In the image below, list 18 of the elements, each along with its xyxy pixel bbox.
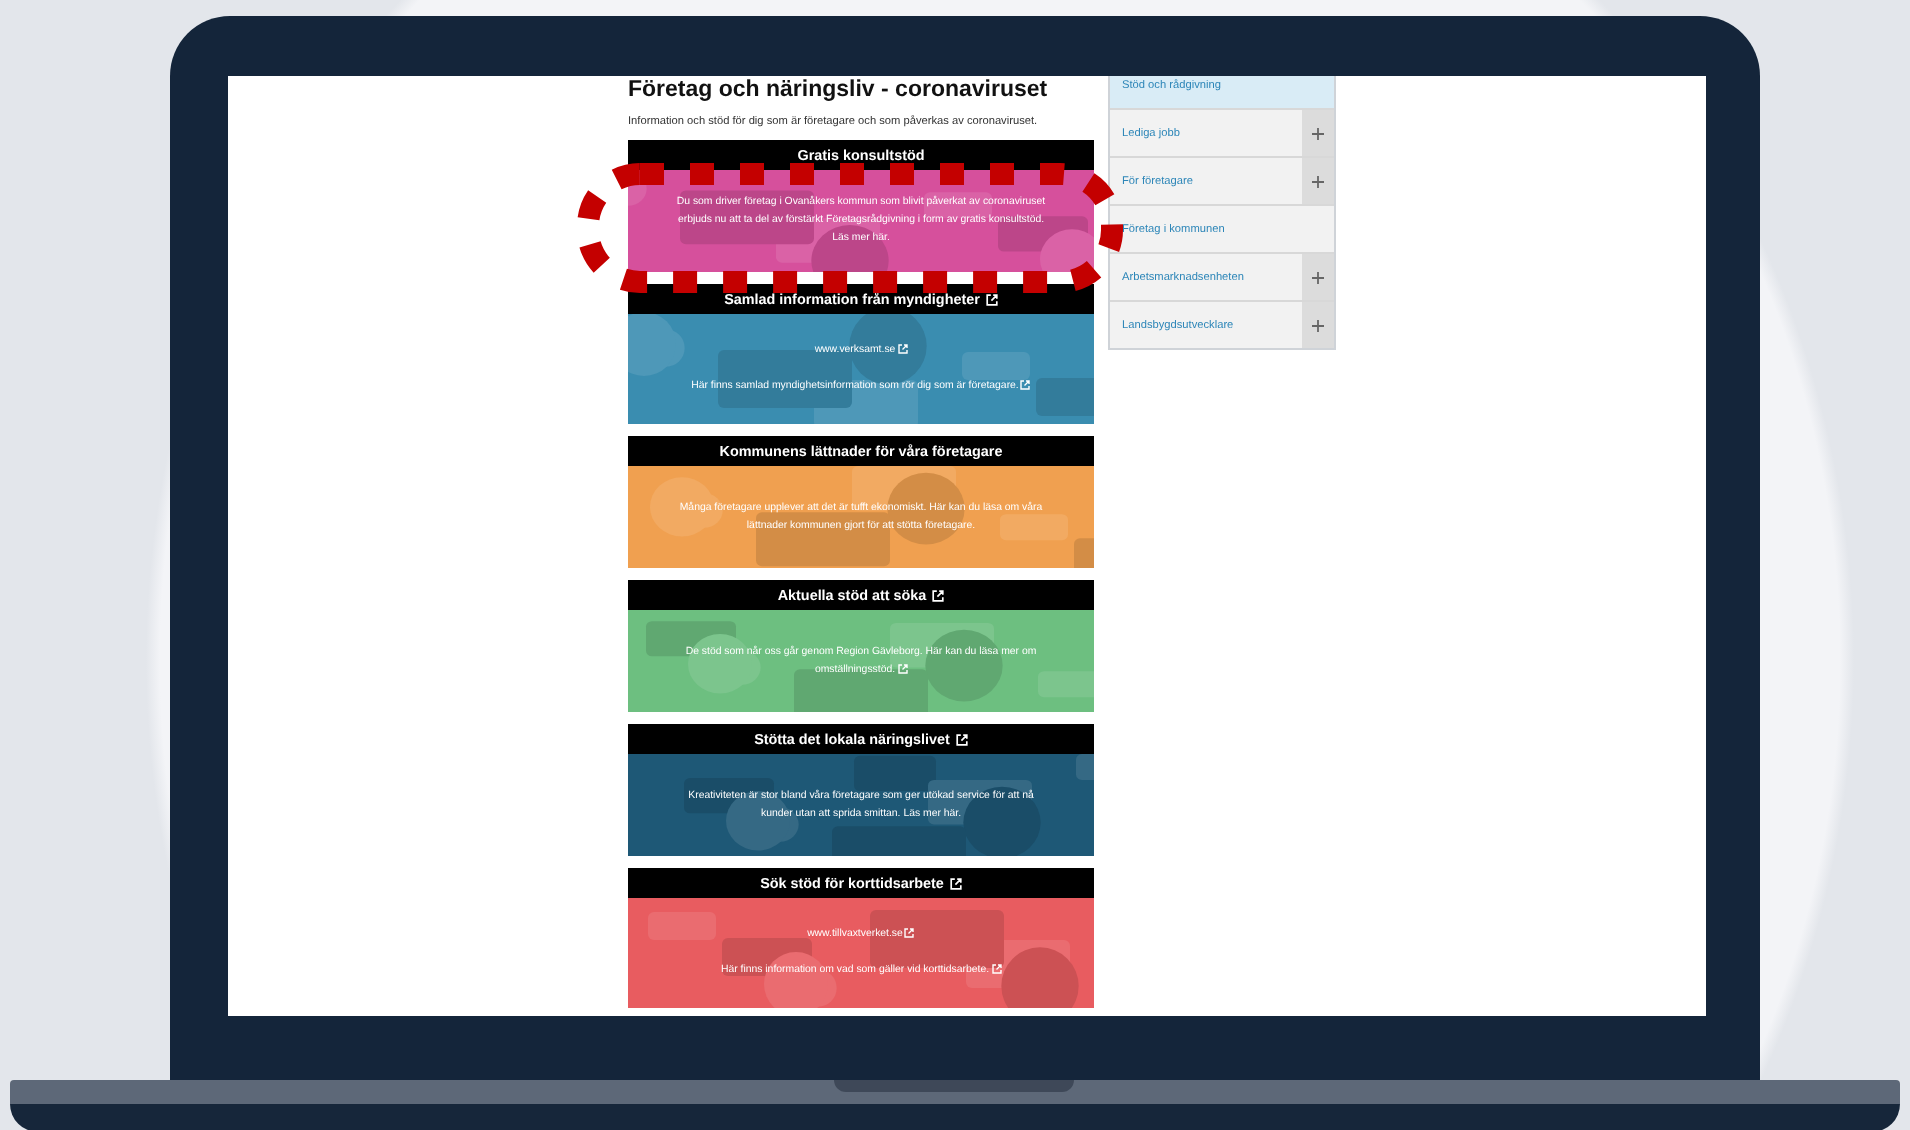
- expand-button[interactable]: [1302, 302, 1334, 348]
- external-link-icon: [991, 964, 1002, 975]
- external-link-icon: [949, 877, 962, 889]
- expand-button[interactable]: [1302, 110, 1334, 156]
- external-link-icon: [897, 344, 908, 355]
- plus-icon: [1312, 319, 1324, 331]
- external-link-icon: [932, 589, 945, 601]
- plus-icon: [1312, 127, 1324, 139]
- expand-button[interactable]: [1302, 254, 1334, 300]
- plus-icon: [1312, 175, 1324, 187]
- page-title: Företag och näringsliv - coronaviruset: [628, 78, 1050, 102]
- external-link-icon: [897, 663, 908, 674]
- external-link-icon: [904, 928, 915, 939]
- external-link-icon: [955, 733, 968, 745]
- expand-button[interactable]: [1302, 158, 1334, 204]
- external-link-icon: [1020, 380, 1031, 391]
- plus-icon: [1312, 271, 1324, 283]
- external-link-icon: [985, 293, 998, 305]
